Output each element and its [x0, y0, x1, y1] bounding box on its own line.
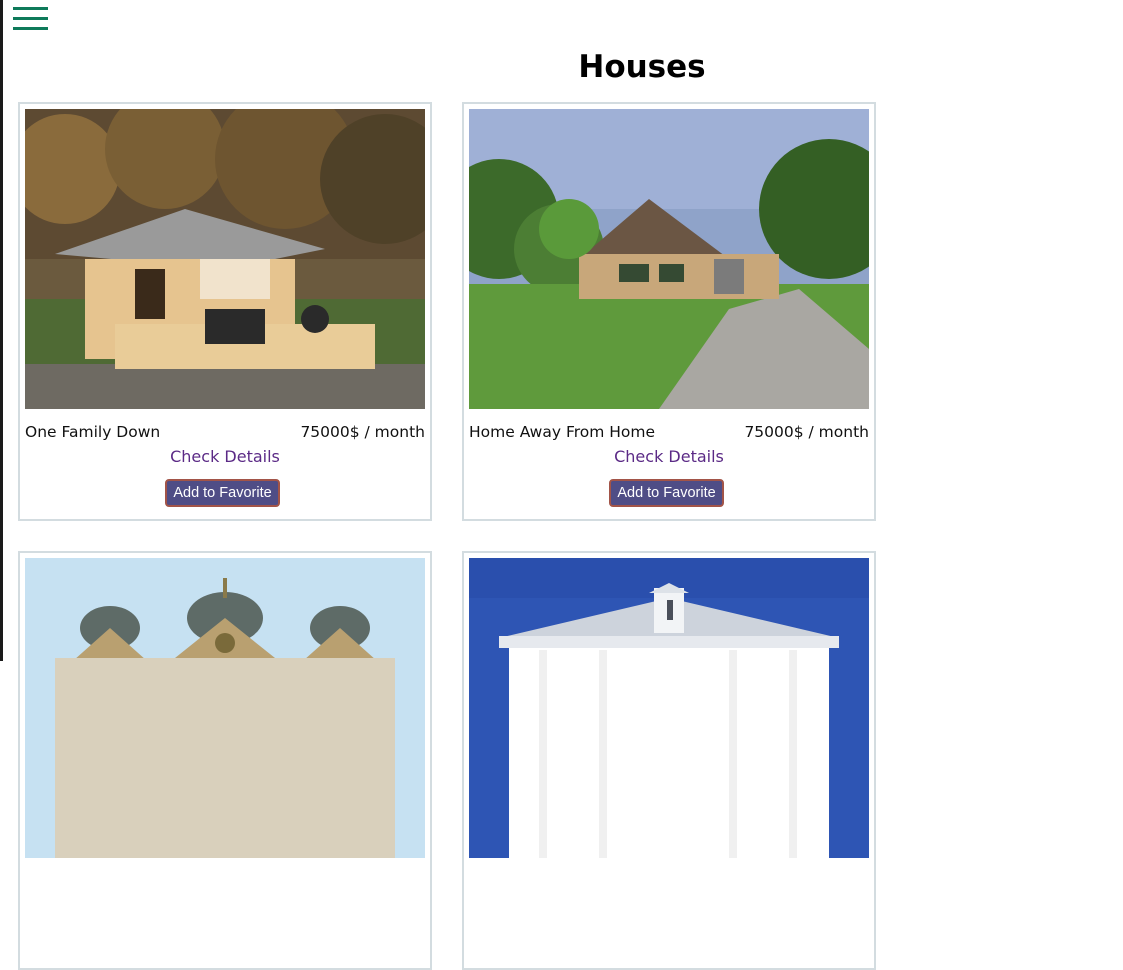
listing-card: Home Away From Home 75000$ / month Check…: [462, 102, 876, 521]
menu-bar-line: [13, 17, 48, 20]
add-to-favorite-button[interactable]: Add to Favorite: [609, 479, 724, 507]
page-title: Houses: [578, 49, 706, 85]
house-photo: [469, 109, 869, 409]
hamburger-menu-icon[interactable]: [13, 7, 48, 31]
menu-bar-line: [13, 7, 48, 10]
add-to-favorite-button[interactable]: Add to Favorite: [165, 479, 280, 507]
listing-card: [18, 551, 432, 970]
listing-name: One Family Down: [25, 423, 161, 441]
palace-photo: [25, 558, 425, 858]
listing-photo[interactable]: [25, 558, 425, 858]
listing-name: Home Away From Home: [469, 423, 656, 441]
window-left-edge: [0, 0, 3, 661]
listing-price: 75000$ / month: [300, 423, 425, 441]
listing-photo[interactable]: [469, 109, 869, 409]
menu-bar-line: [13, 27, 48, 30]
check-details-link[interactable]: Check Details: [20, 447, 430, 466]
listing-photo[interactable]: [25, 109, 425, 409]
beach-house-photo: [469, 558, 869, 858]
listing-photo[interactable]: [469, 558, 869, 858]
listing-card: One Family Down 75000$ / month Check Det…: [18, 102, 432, 521]
check-details-link[interactable]: Check Details: [464, 447, 874, 466]
listing-card: [462, 551, 876, 970]
cabin-photo: [25, 109, 425, 409]
listing-price: 75000$ / month: [744, 423, 869, 441]
